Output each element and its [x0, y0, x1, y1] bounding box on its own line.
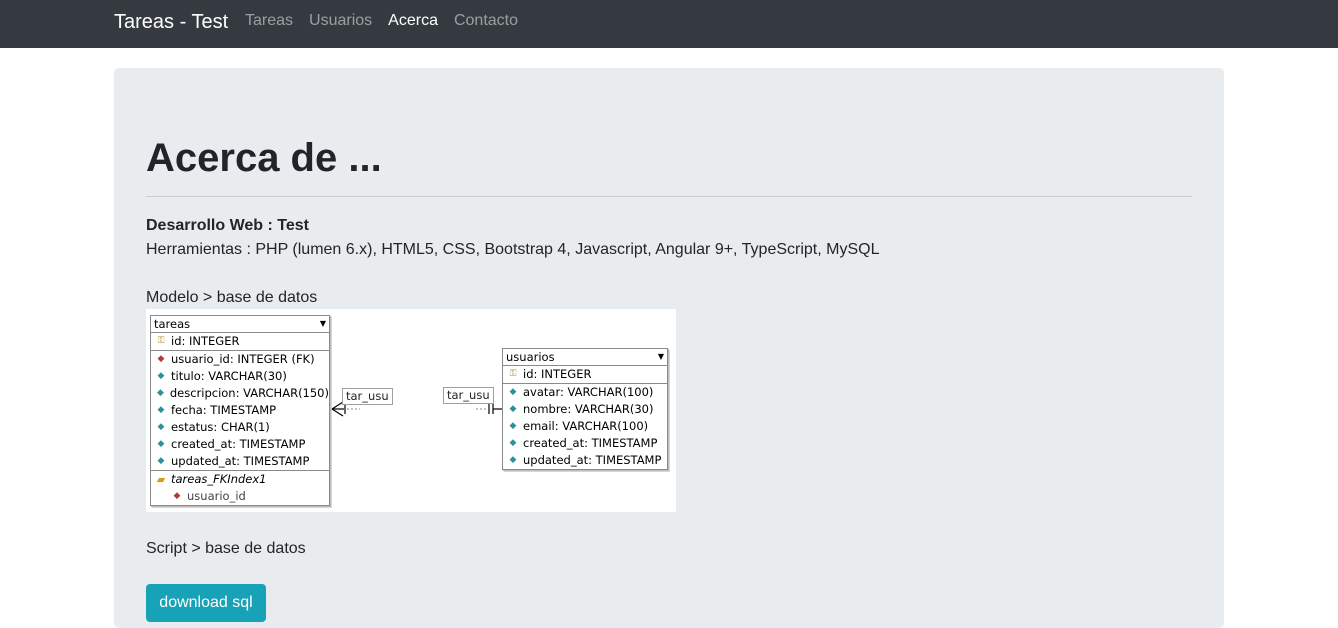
page-title: Acerca de ...: [146, 136, 382, 180]
relation-label-left: tar_usu: [342, 388, 393, 405]
model-label: Modelo > base de datos: [146, 289, 318, 306]
dev-line: Desarrollo Web : Test: [146, 217, 309, 234]
download-sql-button[interactable]: download sql: [146, 584, 266, 622]
nav-link-contacto[interactable]: Contacto: [454, 11, 518, 31]
relationship-connector: [331, 401, 502, 417]
nav-links: Tareas Usuarios Acerca Contacto: [245, 11, 534, 31]
nav-link-usuarios[interactable]: Usuarios: [309, 11, 372, 31]
navbar: Tareas - Test Tareas Usuarios Acerca Con…: [0, 0, 1338, 48]
nav-link-acerca[interactable]: Acerca: [388, 11, 438, 31]
script-label: Script > base de datos: [146, 540, 306, 557]
divider: [146, 196, 1192, 197]
relation-label-right: tar_usu: [443, 387, 494, 404]
jumbotron: Acerca de ... Desarrollo Web : Test Herr…: [114, 68, 1224, 628]
tools-line: Herramientas : PHP (lumen 6.x), HTML5, C…: [146, 241, 880, 258]
er-diagram: tareas ▼ ⚿ id: INTEGER ◆ usuario_id: INTE…: [146, 309, 676, 512]
navbar-brand[interactable]: Tareas - Test: [114, 10, 228, 34]
nav-link-tareas[interactable]: Tareas: [245, 11, 293, 31]
